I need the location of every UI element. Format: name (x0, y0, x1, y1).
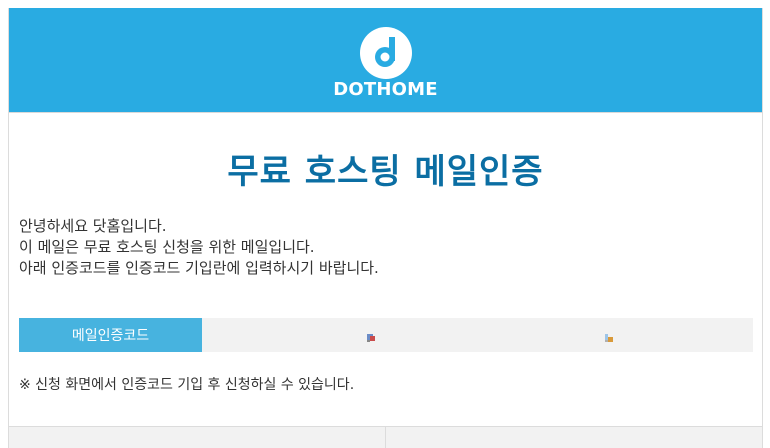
footer-divider (385, 426, 386, 448)
intro-line: 안녕하세요 닷홈입니다. (19, 217, 167, 235)
verification-code-label: 메일인증코드 (19, 318, 202, 352)
intro-text: 안녕하세요 닷홈입니다. 이 메일은 무료 호스팅 신청을 위한 메일입니다. … (19, 216, 749, 279)
verification-code-image (464, 318, 753, 352)
broken-image-icon (604, 331, 613, 342)
email-frame: DOTHOME 무료 호스팅 메일인증 안녕하세요 닷홈입니다. 이 메일은 무… (8, 8, 763, 448)
dothome-logo-icon (359, 27, 412, 79)
email-header: DOTHOME (9, 8, 762, 113)
brand-name: DOTHOME (333, 79, 438, 100)
intro-line: 이 메일은 무료 호스팅 신청을 위한 메일입니다. (19, 238, 315, 256)
page-title: 무료 호스팅 메일인증 (227, 152, 544, 192)
instruction-note: ※ 신청 화면에서 인증코드 기입 후 신청하실 수 있습니다. (19, 377, 355, 393)
verification-code-row: 메일인증코드 (19, 318, 753, 352)
broken-image-icon (366, 331, 375, 342)
intro-line: 아래 인증코드를 인증코드 기입란에 입력하시기 바랍니다. (19, 259, 379, 277)
